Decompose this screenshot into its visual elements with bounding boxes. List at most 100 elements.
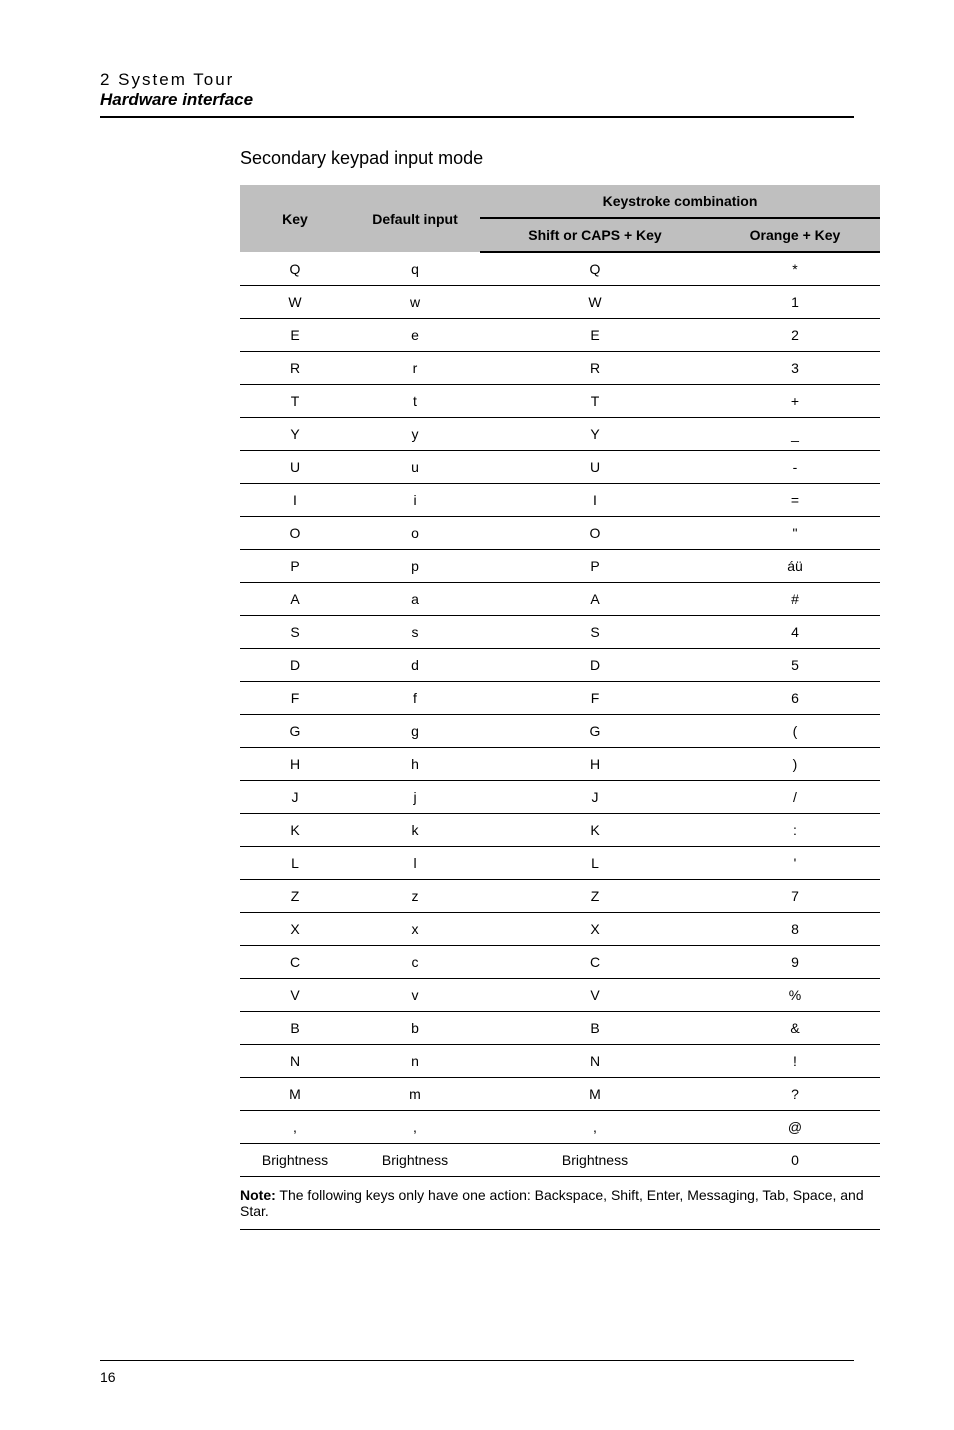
cell-shift: G [480, 715, 710, 748]
table-row: NnN! [240, 1045, 880, 1078]
cell-key: X [240, 913, 350, 946]
cell-key: H [240, 748, 350, 781]
cell-key: V [240, 979, 350, 1012]
cell-shift: P [480, 550, 710, 583]
chapter-label: 2 System Tour [100, 70, 854, 90]
cell-shift: R [480, 352, 710, 385]
table-row: DdD5 [240, 649, 880, 682]
cell-orange: 7 [710, 880, 880, 913]
cell-default: r [350, 352, 480, 385]
cell-default: o [350, 517, 480, 550]
cell-orange: 2 [710, 319, 880, 352]
cell-orange: 8 [710, 913, 880, 946]
cell-shift: C [480, 946, 710, 979]
cell-key: G [240, 715, 350, 748]
cell-orange: 4 [710, 616, 880, 649]
table-row: WwW1 [240, 286, 880, 319]
cell-default: u [350, 451, 480, 484]
cell-key: D [240, 649, 350, 682]
table-row: IiI= [240, 484, 880, 517]
cell-default: v [350, 979, 480, 1012]
cell-orange: 0 [710, 1144, 880, 1177]
cell-orange: # [710, 583, 880, 616]
section-title: Secondary keypad input mode [240, 148, 854, 169]
table-row: FfF6 [240, 682, 880, 715]
table-row: JjJ/ [240, 781, 880, 814]
cell-shift: V [480, 979, 710, 1012]
cell-orange: / [710, 781, 880, 814]
cell-key: , [240, 1111, 350, 1144]
cell-key: O [240, 517, 350, 550]
cell-shift: K [480, 814, 710, 847]
cell-default: e [350, 319, 480, 352]
table-row: LlL' [240, 847, 880, 880]
cell-orange: @ [710, 1111, 880, 1144]
note-text: The following keys only have one action:… [240, 1187, 864, 1219]
cell-orange: áü [710, 550, 880, 583]
cell-key: C [240, 946, 350, 979]
cell-orange: & [710, 1012, 880, 1045]
cell-orange: 3 [710, 352, 880, 385]
cell-default: d [350, 649, 480, 682]
cell-default: c [350, 946, 480, 979]
page-number: 16 [100, 1369, 854, 1385]
cell-default: w [350, 286, 480, 319]
cell-key: Y [240, 418, 350, 451]
cell-default: q [350, 252, 480, 286]
cell-orange: : [710, 814, 880, 847]
cell-key: T [240, 385, 350, 418]
cell-orange: ) [710, 748, 880, 781]
cell-shift: D [480, 649, 710, 682]
cell-shift: Y [480, 418, 710, 451]
cell-orange: * [710, 252, 880, 286]
cell-shift: , [480, 1111, 710, 1144]
cell-orange: ' [710, 847, 880, 880]
cell-shift: Z [480, 880, 710, 913]
cell-default: m [350, 1078, 480, 1111]
table-row: EeE2 [240, 319, 880, 352]
table-row: GgG( [240, 715, 880, 748]
footer-rule [100, 1360, 854, 1361]
cell-orange: = [710, 484, 880, 517]
table-row: PpPáü [240, 550, 880, 583]
col-header-shift-caps: Shift or CAPS + Key [480, 218, 710, 252]
table-row: AaA# [240, 583, 880, 616]
cell-key: S [240, 616, 350, 649]
table-row: TtT+ [240, 385, 880, 418]
table-row: VvV% [240, 979, 880, 1012]
cell-orange: 5 [710, 649, 880, 682]
cell-default: i [350, 484, 480, 517]
table-row: XxX8 [240, 913, 880, 946]
cell-default: p [350, 550, 480, 583]
cell-orange: 1 [710, 286, 880, 319]
cell-orange: % [710, 979, 880, 1012]
col-header-default-input: Default input [350, 185, 480, 252]
cell-shift: S [480, 616, 710, 649]
cell-default: a [350, 583, 480, 616]
cell-shift: U [480, 451, 710, 484]
cell-orange: 6 [710, 682, 880, 715]
cell-default: t [350, 385, 480, 418]
cell-shift: O [480, 517, 710, 550]
col-header-key: Key [240, 185, 350, 252]
cell-key: F [240, 682, 350, 715]
cell-default: k [350, 814, 480, 847]
table-row: OoO" [240, 517, 880, 550]
cell-shift: B [480, 1012, 710, 1045]
cell-shift: L [480, 847, 710, 880]
keypad-table: Key Default input Keystroke combination … [240, 185, 880, 1177]
cell-key: A [240, 583, 350, 616]
cell-key: Q [240, 252, 350, 286]
cell-key: B [240, 1012, 350, 1045]
cell-key: N [240, 1045, 350, 1078]
cell-orange: ! [710, 1045, 880, 1078]
page: 2 System Tour Hardware interface Seconda… [0, 0, 954, 1430]
cell-orange: " [710, 517, 880, 550]
cell-shift: F [480, 682, 710, 715]
col-header-keystroke-combination: Keystroke combination [480, 185, 880, 218]
cell-shift: A [480, 583, 710, 616]
cell-shift: J [480, 781, 710, 814]
cell-default: Brightness [350, 1144, 480, 1177]
table-row: QqQ* [240, 252, 880, 286]
cell-key: L [240, 847, 350, 880]
